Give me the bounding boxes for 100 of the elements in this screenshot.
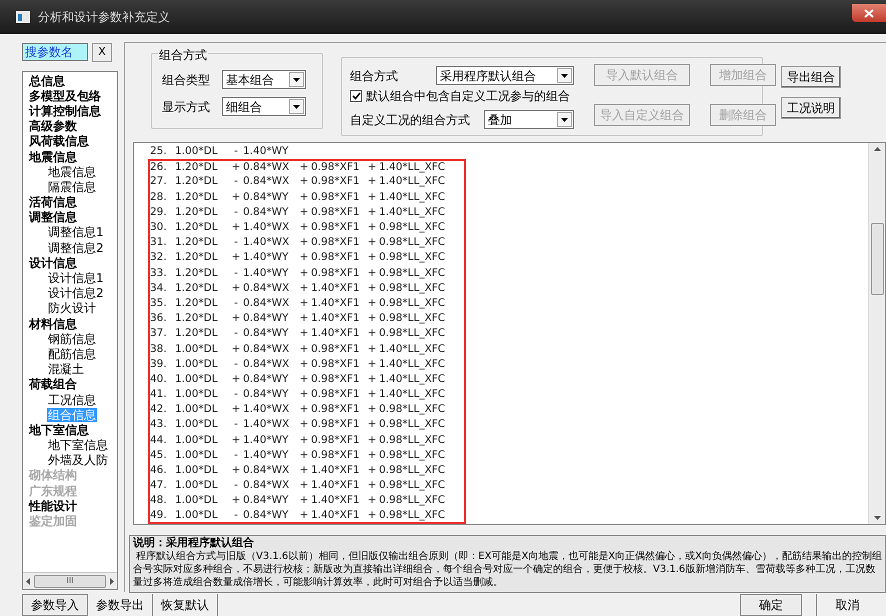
combination-term: 42. bbox=[150, 403, 168, 416]
combination-term: + bbox=[366, 312, 378, 326]
tree-item[interactable]: 设计信息1 bbox=[47, 271, 105, 286]
scroll-left-icon[interactable] bbox=[26, 578, 30, 584]
combination-term: + bbox=[366, 418, 378, 432]
combination-term: + bbox=[298, 508, 310, 522]
combination-term: - bbox=[233, 327, 239, 340]
combination-term: 0.98*XF1 bbox=[311, 206, 361, 219]
combination-term: 1.40*XF1 bbox=[311, 494, 361, 508]
footer-button[interactable]: 参数导入 bbox=[22, 594, 88, 616]
tree-item[interactable]: 地下室信息 bbox=[28, 422, 90, 437]
vertical-scrollbar[interactable] bbox=[868, 143, 885, 524]
combination-term: + bbox=[298, 161, 310, 174]
combination-term: - bbox=[233, 358, 239, 371]
combination-term: 33. bbox=[150, 266, 168, 280]
combination-term: 0.84*WY bbox=[243, 508, 290, 522]
combination-term: 1.40*LL_XFC bbox=[379, 388, 446, 402]
close-button[interactable] bbox=[852, 4, 886, 22]
action-button[interactable]: 导出组合 bbox=[781, 66, 841, 88]
tree-item[interactable]: 调整信息2 bbox=[47, 240, 105, 255]
dropdown-field[interactable]: 基本组合 bbox=[222, 70, 306, 89]
combination-term: 0.98*XF1 bbox=[311, 448, 361, 462]
field-label: 自定义工况的组合方式 bbox=[350, 112, 471, 128]
combination-term: 0.98*XF1 bbox=[311, 161, 361, 174]
combination-term: 0.98*XF1 bbox=[311, 190, 361, 204]
tree-item[interactable]: 计算控制信息 bbox=[28, 104, 102, 118]
dropdown-field[interactable]: 叠加 bbox=[484, 110, 574, 129]
horizontal-scrollbar[interactable]: III bbox=[23, 572, 117, 589]
tree-item[interactable]: 工况信息 bbox=[47, 392, 97, 407]
tree-item[interactable]: 总信息 bbox=[28, 74, 66, 88]
footer-button[interactable]: 参数导出 bbox=[88, 594, 153, 616]
tree-item[interactable]: 性能设计 bbox=[28, 498, 78, 513]
combination-term: 0.98*LL_XFC bbox=[379, 327, 446, 340]
clear-search-button[interactable]: X bbox=[92, 42, 112, 62]
combination-term: 34. bbox=[150, 282, 168, 295]
field-label: 组合类型 bbox=[162, 72, 211, 88]
combination-term: 1.40*LL_XFC bbox=[379, 161, 446, 174]
footer-button[interactable]: 确定 bbox=[740, 594, 802, 616]
tree-item[interactable]: 防火设计 bbox=[47, 301, 97, 316]
tree-item[interactable]: 地震信息 bbox=[28, 150, 78, 164]
combination-term: - bbox=[233, 508, 239, 522]
tree-item[interactable]: 设计信息 bbox=[28, 256, 78, 270]
scroll-up-icon[interactable] bbox=[874, 147, 880, 151]
combination-term: + bbox=[366, 508, 378, 522]
checkbox-label: 默认组合中包含自定义工况参与的组合 bbox=[366, 88, 570, 105]
tree-item[interactable]: 地下室信息 bbox=[47, 438, 109, 452]
combination-term: 0.84*WY bbox=[243, 190, 290, 204]
scroll-thumb[interactable]: III bbox=[34, 574, 106, 588]
combination-term: 1.40*WY bbox=[243, 434, 290, 447]
tree-item[interactable]: 风荷载信息 bbox=[28, 134, 90, 148]
description-title: 说明：采用程序默认组合 bbox=[133, 536, 255, 550]
scroll-right-icon[interactable] bbox=[110, 578, 114, 584]
combination-term: 1.40*WX bbox=[243, 418, 290, 432]
tree-item[interactable]: 外墙及人防 bbox=[47, 453, 109, 468]
action-button[interactable]: 工况说明 bbox=[781, 97, 841, 119]
combination-term: + bbox=[298, 206, 310, 219]
field-label: 显示方式 bbox=[162, 98, 211, 116]
combination-term: 0.98*XF1 bbox=[311, 175, 361, 188]
combination-term: + bbox=[298, 190, 310, 204]
tree-item[interactable]: 设计信息2 bbox=[47, 286, 105, 300]
checkbox[interactable] bbox=[350, 90, 362, 102]
footer-button[interactable]: 取消 bbox=[816, 594, 878, 616]
tree-item[interactable]: 多模型及包络 bbox=[28, 88, 102, 103]
combination-term: - bbox=[233, 236, 239, 250]
tree-item[interactable]: 隔震信息 bbox=[47, 180, 97, 194]
combination-term: + bbox=[298, 236, 310, 250]
combination-term: 1.20*DL bbox=[175, 266, 219, 280]
combination-term: 0.84*WY bbox=[243, 372, 290, 386]
tree-item[interactable]: 荷载组合 bbox=[28, 377, 78, 392]
combination-term: 0.98*XF1 bbox=[311, 434, 361, 447]
combination-term: - bbox=[233, 175, 239, 188]
tree-item[interactable]: 调整信息 bbox=[28, 210, 78, 224]
dropdown-field[interactable]: 采用程序默认组合 bbox=[436, 66, 574, 85]
tree-item[interactable]: 材料信息 bbox=[28, 316, 78, 331]
combination-term: 36. bbox=[150, 312, 168, 326]
combination-term: 1.00*DL bbox=[175, 403, 219, 416]
combination-term: 32. bbox=[150, 251, 168, 264]
field-label: 组合方式 bbox=[350, 68, 399, 84]
tree-item[interactable]: 混凝土 bbox=[47, 362, 85, 376]
combination-term: + bbox=[230, 403, 242, 416]
combination-term: 0.98*LL_XFC bbox=[379, 403, 446, 416]
combination-term: + bbox=[298, 312, 310, 326]
scroll-down-icon[interactable] bbox=[874, 516, 880, 520]
search-field[interactable]: 搜参数名 bbox=[22, 43, 88, 61]
tree-item[interactable]: 钢筋信息 bbox=[47, 332, 97, 346]
combination-term: 49. bbox=[150, 508, 168, 522]
combination-term: 1.00*DL bbox=[175, 372, 219, 386]
footer-button[interactable]: 恢复默认 bbox=[153, 594, 218, 616]
tree-item[interactable]: 活荷信息 bbox=[28, 195, 78, 210]
combination-term: 1.20*DL bbox=[175, 161, 219, 174]
tree-item[interactable]: 地震信息 bbox=[47, 164, 97, 179]
tree-item[interactable]: 高级参数 bbox=[28, 119, 78, 134]
combination-term: + bbox=[298, 448, 310, 462]
tree-item[interactable]: 调整信息1 bbox=[47, 225, 105, 240]
scroll-thumb[interactable] bbox=[870, 223, 884, 295]
combination-term: 0.84*WX bbox=[243, 464, 290, 478]
combination-term: + bbox=[366, 266, 378, 280]
combination-term: 1.00*DL bbox=[175, 418, 219, 432]
tree-item[interactable]: 配筋信息 bbox=[47, 346, 97, 361]
dropdown-field[interactable]: 细组合 bbox=[222, 97, 306, 116]
